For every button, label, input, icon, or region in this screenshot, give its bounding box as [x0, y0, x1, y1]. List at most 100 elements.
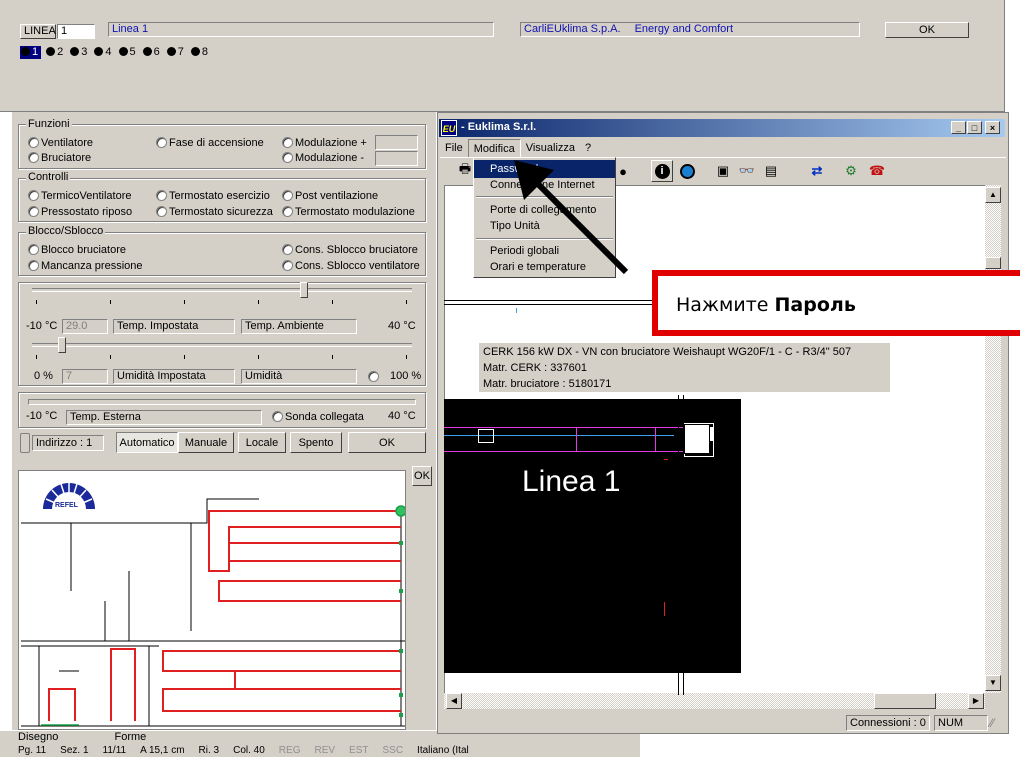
- top-ok-button[interactable]: OK: [885, 22, 969, 38]
- temp-esterna-field: Temp. Esterna: [66, 410, 262, 425]
- scroll-thumb[interactable]: [985, 257, 1001, 269]
- globe-info-icon[interactable]: [676, 160, 698, 182]
- telephone-icon[interactable]: ☎: [866, 160, 888, 182]
- radio-icon: [272, 411, 283, 422]
- euklima-status-bar: Connessioni : 0 NUM ⁄⁄: [440, 712, 1006, 732]
- canvas-red-mark: [664, 459, 668, 460]
- temp-ambiente-field: Temp. Ambiente: [241, 319, 357, 334]
- status-section: Sez. 1: [60, 745, 89, 756]
- euklima-title-bar: EU - Euklima S.r.l. _ □ ×: [439, 119, 1005, 137]
- canvas-section: [576, 427, 656, 451]
- hscroll-thumb[interactable]: [874, 693, 936, 709]
- window-controls: _ □ ×: [951, 121, 1000, 134]
- temp-set-field[interactable]: 29.0: [62, 319, 108, 334]
- line-selector-4[interactable]: 4: [92, 46, 113, 60]
- umid-impostata-field: Umidità Impostata: [113, 369, 235, 384]
- horizontal-scrollbar[interactable]: ◀ ▶: [444, 693, 985, 709]
- canvas-red-cursor: [664, 602, 665, 616]
- esterna-slider-track: [28, 399, 416, 405]
- umid-field: Umidità: [241, 369, 357, 384]
- info-icon[interactable]: i: [651, 160, 673, 182]
- cons-sblocco-bruciatore-indicator: Cons. Sblocco bruciatore: [282, 244, 418, 257]
- network-icon[interactable]: ⚙: [840, 160, 862, 182]
- indirizzo-field: Indirizzo : 1: [32, 435, 104, 451]
- minimize-button[interactable]: _: [951, 121, 966, 134]
- euklima-app-icon: EU: [441, 120, 457, 136]
- temp-impostata-field: Temp. Impostata: [113, 319, 235, 334]
- line-selector-2[interactable]: 2: [44, 46, 65, 60]
- radio-icon: [28, 190, 39, 201]
- resize-grip-icon[interactable]: ⁄⁄: [990, 716, 994, 730]
- line-selector-5[interactable]: 5: [117, 46, 138, 60]
- line-selector-7[interactable]: 7: [165, 46, 186, 60]
- status-rev: REV: [314, 745, 336, 756]
- menu-file[interactable]: File: [440, 139, 468, 157]
- linea-number-field[interactable]: 1: [57, 24, 95, 39]
- status-est: EST: [349, 745, 369, 756]
- umid-slider-track: [32, 343, 412, 347]
- cursor-mark: [516, 308, 517, 313]
- radio-icon: [282, 260, 293, 271]
- temp-slider-thumb[interactable]: [299, 282, 308, 298]
- annotation-arrow-icon: [514, 160, 629, 275]
- temp-slider-ticks: [36, 300, 408, 304]
- maximize-button[interactable]: □: [967, 121, 982, 134]
- forme-menu[interactable]: Forme: [114, 731, 146, 743]
- line-selector-1[interactable]: 1: [20, 46, 42, 59]
- company-tagline: Energy and Comfort: [634, 23, 734, 35]
- chart-icon[interactable]: ▤: [760, 160, 782, 182]
- scroll-left-arrow-icon[interactable]: ◀: [446, 693, 462, 709]
- callout-text: Нажмите Пароль: [676, 294, 856, 316]
- disegno-menu[interactable]: Disegno: [18, 731, 58, 743]
- manuale-button[interactable]: Manuale: [178, 432, 234, 453]
- bruciatore-indicator: Bruciatore: [28, 152, 91, 165]
- blocco-bruciatore-indicator: Blocco bruciatore: [28, 244, 126, 257]
- umid-slider-thumb[interactable]: [58, 337, 67, 353]
- automatico-button[interactable]: Automatico: [116, 432, 178, 453]
- address-spinner[interactable]: [20, 433, 30, 453]
- callout-box: Нажмите Пароль: [652, 270, 1020, 336]
- radio-icon: [282, 137, 293, 148]
- radio-icon: [28, 206, 39, 217]
- radio-icon: [282, 152, 293, 163]
- num-status: NUM: [934, 715, 988, 731]
- refresh-arrows-icon[interactable]: ⇄: [806, 160, 828, 182]
- temp-slider-track: [32, 288, 412, 292]
- map-ok-button[interactable]: OK: [412, 466, 432, 486]
- binoculars-icon[interactable]: 👓: [736, 160, 758, 182]
- cons-sblocco-ventilatore-indicator: Cons. Sblocco ventilatore: [282, 260, 420, 273]
- linea-label: LINEA: [20, 24, 56, 39]
- modulazione-minus-indicator: Modulazione -: [282, 152, 364, 165]
- status-ssc: SSC: [382, 745, 404, 756]
- scroll-right-arrow-icon[interactable]: ▶: [968, 693, 984, 709]
- status-language: Italiano (Ital: [417, 745, 469, 756]
- line-selector-3[interactable]: 3: [68, 46, 89, 60]
- scroll-up-arrow-icon[interactable]: ▲: [985, 187, 1001, 203]
- spento-button[interactable]: Spento: [290, 432, 342, 453]
- status-page: Pg. 11: [18, 745, 47, 756]
- panel-ok-button[interactable]: OK: [348, 432, 426, 453]
- euklima-title: - Euklima S.r.l.: [461, 121, 537, 133]
- umid-set-field[interactable]: 7: [62, 369, 108, 384]
- locale-button[interactable]: Locale: [238, 432, 286, 453]
- right-edge-strip: [1004, 0, 1020, 112]
- line-selector-bar: 1 2 3 4 5 6 7 8: [20, 46, 256, 60]
- vertical-scrollbar[interactable]: ▲ ▼: [985, 185, 1001, 693]
- connessioni-status: Connessioni : 0: [846, 715, 930, 731]
- line-selector-8[interactable]: 8: [189, 46, 210, 60]
- canvas-right-unit: [684, 424, 710, 454]
- pressostato-riposo-indicator: Pressostato riposo: [28, 206, 132, 219]
- company-name: CarliEUklima S.p.A.: [524, 23, 621, 35]
- status-row: Ri. 3: [198, 745, 220, 756]
- status-pages: 11/11: [102, 745, 127, 756]
- post-ventilazione-indicator: Post ventilazione: [282, 190, 378, 203]
- refel-logo: REFEL: [43, 483, 95, 510]
- line-selector-6[interactable]: 6: [141, 46, 162, 60]
- modulazione-plus-indicator: Modulazione +: [282, 137, 367, 150]
- camera-icon[interactable]: ▣: [712, 160, 734, 182]
- radio-icon: [282, 206, 293, 217]
- radio-icon: [282, 190, 293, 201]
- close-button[interactable]: ×: [985, 121, 1000, 134]
- scroll-down-arrow-icon[interactable]: ▼: [985, 675, 1001, 691]
- radio-icon: [28, 260, 39, 271]
